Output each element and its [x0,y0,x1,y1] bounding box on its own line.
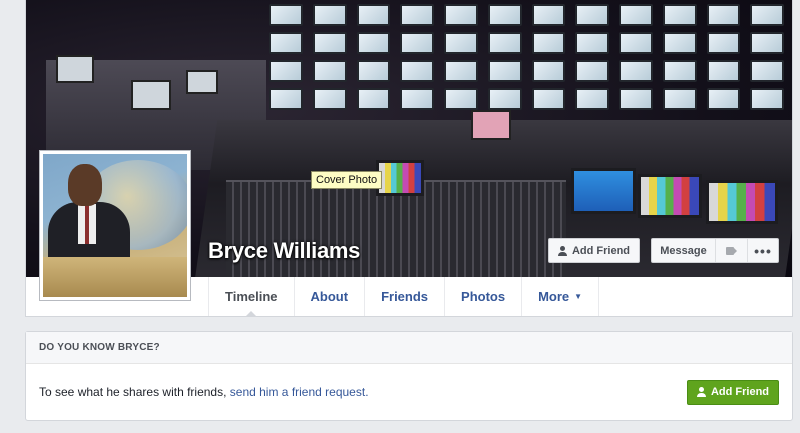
send-friend-request-link[interactable]: send him a friend request. [230,385,369,399]
tab-about[interactable]: About [295,277,366,316]
message-button-group: Message ••• [651,238,779,263]
cover-small-monitor [471,110,511,140]
cover-photo-tooltip: Cover Photo [311,171,383,189]
tab-more-label: More [538,289,570,304]
tab-photos[interactable]: Photos [445,277,523,316]
profile-picture[interactable] [39,150,191,301]
cover-tv-monitor [638,174,702,218]
add-person-icon [696,387,706,397]
do-you-know-body: To see what he shares with friends, send… [26,364,792,420]
profile-tabs: Timeline About Friends Photos More ▼ [208,277,600,317]
do-you-know-text: To see what he shares with friends, send… [39,385,369,399]
cover-tv-monitor [376,160,424,196]
tab-friends[interactable]: Friends [365,277,446,316]
cover-tv-monitor [706,180,778,224]
more-options-button[interactable]: ••• [748,239,778,262]
cover-tv-monitor [571,168,636,214]
profile-picture-image [43,154,187,297]
cover-monitor-wall [261,0,792,130]
message-button[interactable]: Message [652,239,716,262]
add-person-icon [557,245,567,256]
caret-down-icon: ▼ [574,292,583,301]
video-camera-icon [725,246,738,255]
do-you-know-message: To see what he shares with friends, [39,385,227,399]
video-call-button[interactable] [716,239,748,262]
tab-timeline[interactable]: Timeline [208,277,295,317]
add-friend-green-label: Add Friend [710,386,770,398]
add-friend-label: Add Friend [571,244,631,257]
profile-header-card: Cover Photo Bryce Williams Add Friend Me… [25,0,793,317]
add-friend-button[interactable]: Add Friend [548,238,640,263]
do-you-know-card: DO YOU KNOW BRYCE? To see what he shares… [25,331,793,421]
tab-more[interactable]: More ▼ [522,277,600,316]
add-friend-green-button[interactable]: Add Friend [687,379,779,405]
profile-name[interactable]: Bryce Williams [208,238,360,264]
do-you-know-header: DO YOU KNOW BRYCE? [26,332,792,364]
